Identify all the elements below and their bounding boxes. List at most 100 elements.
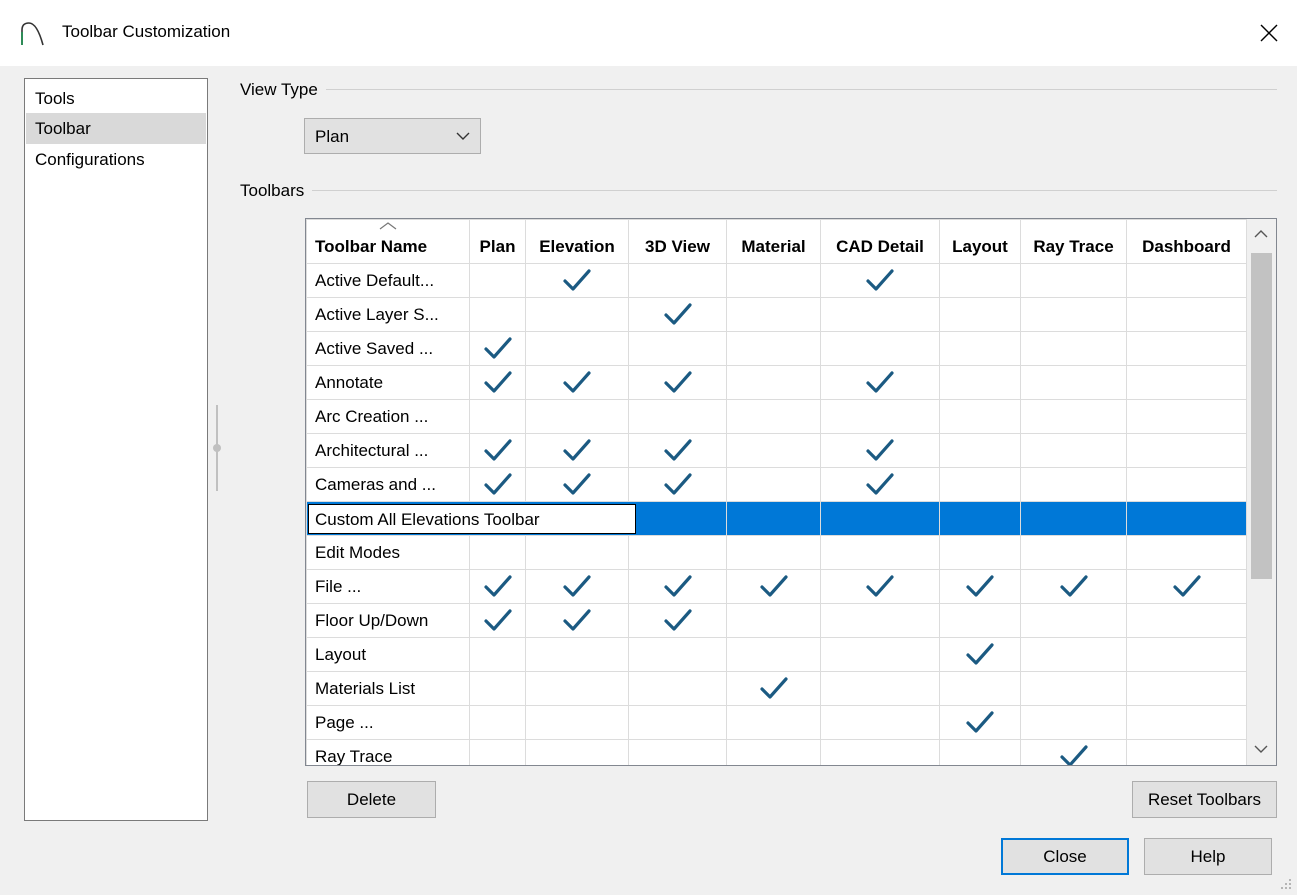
checkbox-cell-cad-detail[interactable]: [820, 535, 940, 570]
checkbox-cell-ray-trace[interactable]: [1020, 263, 1127, 298]
checkbox-cell-material[interactable]: [726, 705, 821, 740]
toolbar-name-cell[interactable]: Annotate: [306, 365, 470, 400]
checkbox-cell-3d-view[interactable]: [628, 365, 727, 400]
checkbox-cell-3d-view[interactable]: [628, 297, 727, 332]
column-header-ray-trace[interactable]: Ray Trace: [1020, 219, 1127, 264]
checkbox-cell-layout[interactable]: [939, 705, 1021, 740]
checkbox-cell-plan[interactable]: [469, 671, 526, 706]
toolbar-name-edit-field[interactable]: Custom All Elevations Toolbar: [308, 503, 636, 534]
column-header-toolbar-name[interactable]: Toolbar Name: [306, 219, 470, 264]
checkbox-cell-3d-view[interactable]: [628, 331, 727, 366]
checkbox-cell-3d-view[interactable]: [628, 535, 727, 570]
checkbox-cell-dashboard[interactable]: [1126, 365, 1247, 400]
checkbox-cell-3d-view[interactable]: [628, 399, 727, 434]
checkbox-cell-material[interactable]: [726, 637, 821, 672]
checkbox-cell-dashboard[interactable]: [1126, 739, 1247, 765]
checkbox-cell-ray-trace[interactable]: [1020, 365, 1127, 400]
toolbar-name-cell[interactable]: Custom All Elevations Toolbar: [306, 501, 727, 536]
toolbar-name-cell[interactable]: Arc Creation ...: [306, 399, 470, 434]
checkbox-cell-layout[interactable]: [939, 263, 1021, 298]
checkbox-cell-cad-detail[interactable]: [820, 603, 940, 638]
table-row[interactable]: File ...: [306, 569, 1247, 604]
checkbox-cell-layout[interactable]: [939, 535, 1021, 570]
table-row[interactable]: Cameras and ...: [306, 467, 1247, 502]
checkbox-cell-cad-detail[interactable]: [820, 433, 940, 468]
checkbox-cell-ray-trace[interactable]: [1020, 637, 1127, 672]
table-row[interactable]: Edit Modes: [306, 535, 1247, 570]
checkbox-cell-elevation[interactable]: [525, 569, 629, 604]
checkbox-cell-dashboard[interactable]: [1126, 501, 1247, 536]
toolbar-name-cell[interactable]: Floor Up/Down: [306, 603, 470, 638]
checkbox-cell-layout[interactable]: [939, 637, 1021, 672]
checkbox-cell-plan[interactable]: [469, 399, 526, 434]
checkbox-cell-3d-view[interactable]: [628, 433, 727, 468]
column-header-plan[interactable]: Plan: [469, 219, 526, 264]
checkbox-cell-dashboard[interactable]: [1126, 637, 1247, 672]
checkbox-cell-cad-detail[interactable]: [820, 501, 940, 536]
toolbar-name-cell[interactable]: Edit Modes: [306, 535, 470, 570]
column-header-material[interactable]: Material: [726, 219, 821, 264]
checkbox-cell-ray-trace[interactable]: [1020, 467, 1127, 502]
column-header-elevation[interactable]: Elevation: [525, 219, 629, 264]
checkbox-cell-dashboard[interactable]: [1126, 535, 1247, 570]
checkbox-cell-ray-trace[interactable]: [1020, 671, 1127, 706]
checkbox-cell-ray-trace[interactable]: [1020, 705, 1127, 740]
table-row[interactable]: Active Saved ...: [306, 331, 1247, 366]
checkbox-cell-plan[interactable]: [469, 637, 526, 672]
checkbox-cell-cad-detail[interactable]: [820, 705, 940, 740]
toolbar-name-cell[interactable]: Active Layer S...: [306, 297, 470, 332]
checkbox-cell-3d-view[interactable]: [628, 467, 727, 502]
checkbox-cell-plan[interactable]: [469, 739, 526, 765]
toolbar-name-cell[interactable]: Materials List: [306, 671, 470, 706]
table-row[interactable]: Active Layer S...: [306, 297, 1247, 332]
checkbox-cell-plan[interactable]: [469, 535, 526, 570]
table-row[interactable]: Materials List: [306, 671, 1247, 706]
table-row[interactable]: Page ...: [306, 705, 1247, 740]
table-row[interactable]: Annotate: [306, 365, 1247, 400]
checkbox-cell-cad-detail[interactable]: [820, 263, 940, 298]
checkbox-cell-layout[interactable]: [939, 501, 1021, 536]
checkbox-cell-cad-detail[interactable]: [820, 467, 940, 502]
view-type-select[interactable]: Plan: [304, 118, 481, 154]
toolbar-name-cell[interactable]: Page ...: [306, 705, 470, 740]
checkbox-cell-material[interactable]: [726, 263, 821, 298]
checkbox-cell-layout[interactable]: [939, 671, 1021, 706]
checkbox-cell-ray-trace[interactable]: [1020, 331, 1127, 366]
checkbox-cell-ray-trace[interactable]: [1020, 535, 1127, 570]
checkbox-cell-plan[interactable]: [469, 365, 526, 400]
checkbox-cell-elevation[interactable]: [525, 263, 629, 298]
checkbox-cell-dashboard[interactable]: [1126, 399, 1247, 434]
checkbox-cell-dashboard[interactable]: [1126, 603, 1247, 638]
help-button[interactable]: Help: [1144, 838, 1272, 875]
scrollbar-thumb[interactable]: [1251, 253, 1272, 579]
checkbox-cell-material[interactable]: [726, 671, 821, 706]
checkbox-cell-3d-view[interactable]: [628, 739, 727, 765]
checkbox-cell-dashboard[interactable]: [1126, 671, 1247, 706]
checkbox-cell-layout[interactable]: [939, 365, 1021, 400]
checkbox-cell-cad-detail[interactable]: [820, 671, 940, 706]
checkbox-cell-ray-trace[interactable]: [1020, 399, 1127, 434]
checkbox-cell-material[interactable]: [726, 739, 821, 765]
checkbox-cell-material[interactable]: [726, 467, 821, 502]
checkbox-cell-dashboard[interactable]: [1126, 331, 1247, 366]
splitter-handle-icon[interactable]: [213, 444, 221, 452]
toolbar-name-cell[interactable]: Architectural ...: [306, 433, 470, 468]
checkbox-cell-plan[interactable]: [469, 603, 526, 638]
toolbar-name-cell[interactable]: Layout: [306, 637, 470, 672]
checkbox-cell-elevation[interactable]: [525, 399, 629, 434]
checkbox-cell-dashboard[interactable]: [1126, 467, 1247, 502]
column-header-dashboard[interactable]: Dashboard: [1126, 219, 1247, 264]
checkbox-cell-elevation[interactable]: [525, 603, 629, 638]
table-row[interactable]: Layout: [306, 637, 1247, 672]
checkbox-cell-plan[interactable]: [469, 263, 526, 298]
checkbox-cell-cad-detail[interactable]: [820, 365, 940, 400]
checkbox-cell-material[interactable]: [726, 569, 821, 604]
checkbox-cell-ray-trace[interactable]: [1020, 433, 1127, 468]
checkbox-cell-elevation[interactable]: [525, 297, 629, 332]
checkbox-cell-cad-detail[interactable]: [820, 399, 940, 434]
nav-item-tools[interactable]: Tools: [26, 83, 206, 114]
checkbox-cell-layout[interactable]: [939, 297, 1021, 332]
checkbox-cell-cad-detail[interactable]: [820, 637, 940, 672]
toolbar-name-cell[interactable]: File ...: [306, 569, 470, 604]
checkbox-cell-ray-trace[interactable]: [1020, 603, 1127, 638]
